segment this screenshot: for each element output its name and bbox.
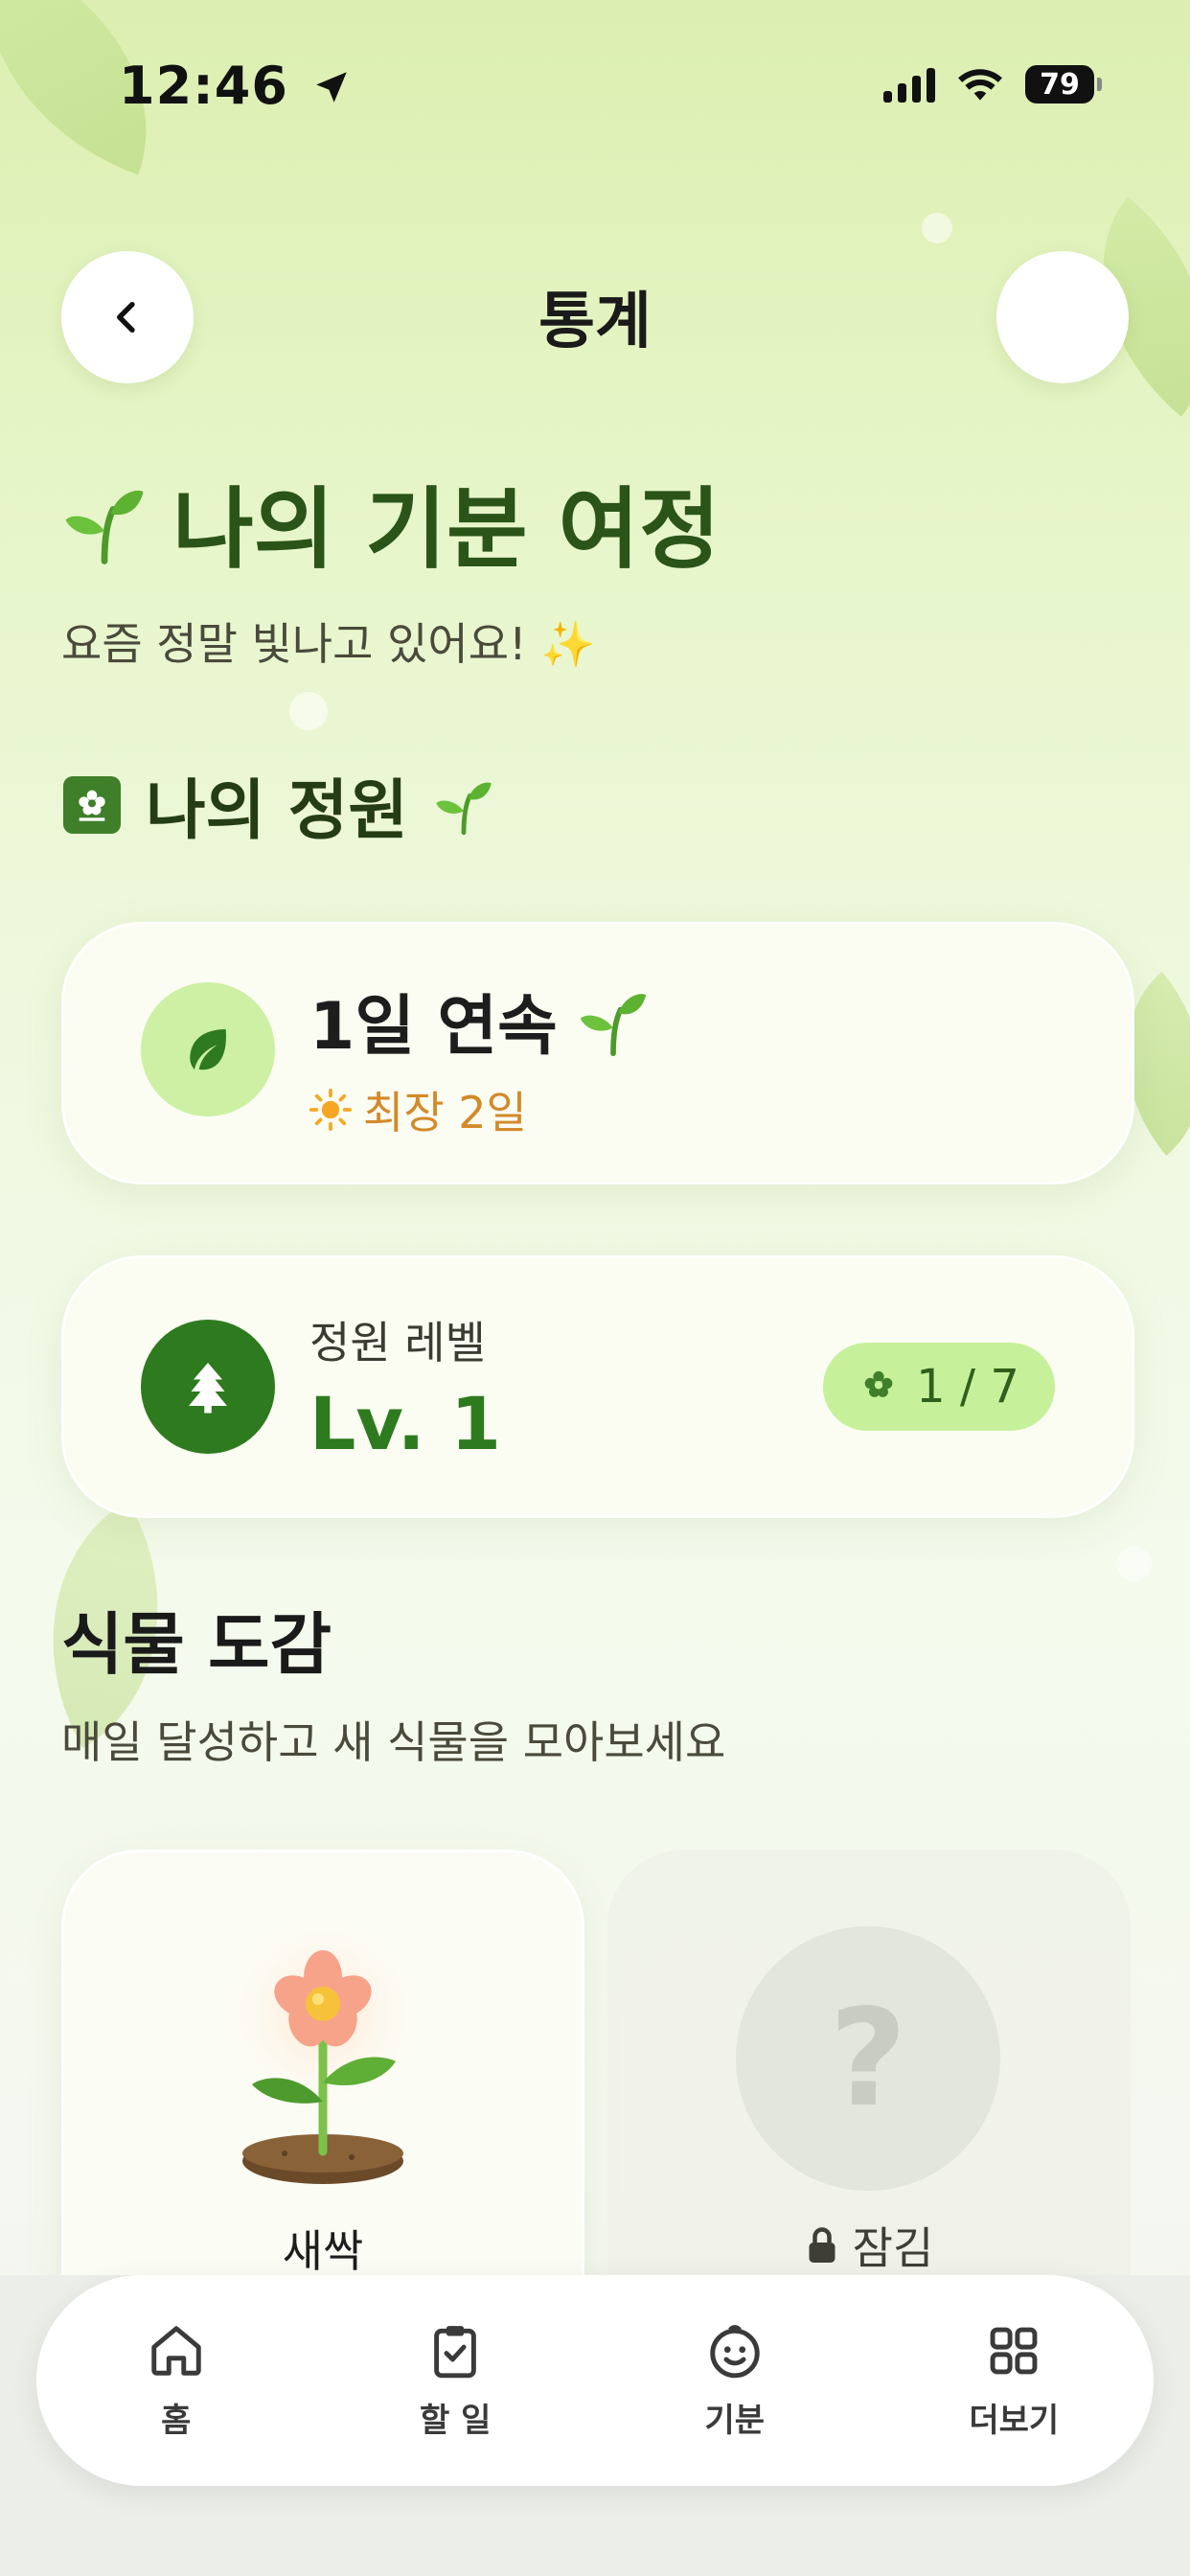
tab-label: 홈 [161,2401,192,2440]
streak-title-text: 1일 연속 [309,989,558,1065]
grid-icon [990,2327,1038,2374]
locked-label-text: 잠김 [852,2222,934,2274]
streak-title: 1일 연속 [309,973,650,1068]
decor-bubble [922,213,952,243]
battery-icon: 79 [1025,65,1102,104]
sprout-icon [580,993,646,1056]
streak-card[interactable]: 1일 연속 최장 2일 [61,922,1134,1184]
plant-card-locked[interactable]: ? 잠김 [607,1850,1131,2348]
level-label: 정원 레벨 [309,1317,486,1368]
smile-icon [710,2324,760,2378]
garden-title: 나의 정원 [146,773,408,849]
hero-title-text: 나의 기분 여정 [172,478,721,581]
tree-icon [141,1320,275,1454]
leaf-icon [141,982,275,1116]
tab-more[interactable]: 더보기 [918,2321,1110,2441]
level-value: Lv. 1 [309,1381,501,1466]
sprout-icon [436,781,492,835]
cellular-signal-icon [883,66,935,103]
status-indicators: 79 [883,65,1102,104]
flower-illustration-icon [213,1915,433,2184]
level-progress-badge: 1 / 7 [823,1343,1055,1431]
tab-label: 기분 [704,2401,766,2440]
streak-best: 최장 2일 [309,1078,527,1141]
plant-name: 새싹 [282,2225,364,2277]
sun-icon [309,1089,352,1131]
header-action-button[interactable] [996,251,1129,383]
status-time: 12:46 [119,56,352,116]
locked-placeholder: ? [736,1926,1000,2191]
tab-home[interactable]: 홈 [80,2321,272,2441]
question-mark-icon: ? [829,1980,907,2137]
tab-bar: 홈 할 일 기분 더보기 [36,2275,1154,2486]
tab-label: 할 일 [420,2401,492,2440]
lock-icon [809,2227,835,2263]
decor-bubble [289,692,328,730]
hero-subtitle: 요즘 정말 빛나고 있어요! ✨ [61,618,596,670]
hero-title: 나의 기분 여정 [61,458,721,586]
tab-todo[interactable]: 할 일 [359,2321,551,2441]
flower-icon [864,1370,893,1397]
wifi-icon [958,69,1002,101]
decor-bubble [1117,1547,1152,1581]
sprout-icon [65,490,144,564]
level-progress-text: 1 / 7 [916,1360,1019,1414]
home-icon [151,2325,201,2376]
garden-heading: 나의 정원 [63,757,494,852]
locked-label: 잠김 [607,2214,1131,2277]
level-card[interactable]: 정원 레벨 Lv. 1 1 / 7 [61,1255,1134,1518]
tab-mood[interactable]: 기분 [639,2321,831,2441]
streak-best-text: 최장 2일 [363,1087,527,1138]
location-arrow-icon [315,72,347,103]
flower-badge-icon [63,775,121,834]
tab-label: 더보기 [969,2401,1060,2440]
clipboard-check-icon [434,2325,477,2378]
collection-title: 식물 도감 [61,1605,332,1684]
collection-subtitle: 매일 달성하고 새 식물을 모아보세요 [61,1716,726,1768]
